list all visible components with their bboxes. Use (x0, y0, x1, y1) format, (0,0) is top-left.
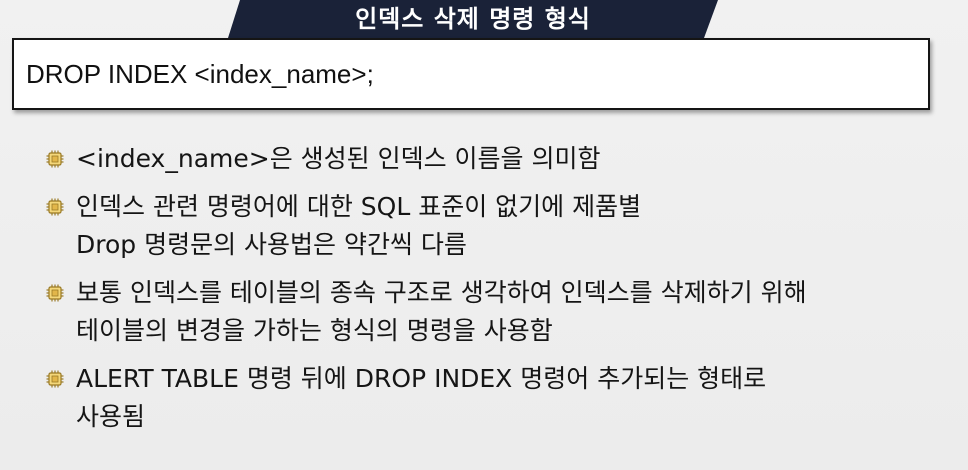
chip-icon (46, 198, 64, 216)
bullet-line: Drop 명령문의 사용법은 약간씩 다름 (76, 230, 467, 259)
slide-title-bar: 인덱스 삭제 명령 형식 (228, 0, 718, 38)
bullet-line: ALERT TABLE 명령 뒤에 DROP INDEX 명령어 추가되는 형태… (76, 364, 767, 393)
bullet-item: 보통 인덱스를 테이블의 종속 구조로 생각하여 인덱스를 삭제하기 위해 테이… (44, 274, 944, 350)
bullet-item: ALERT TABLE 명령 뒤에 DROP INDEX 명령어 추가되는 형태… (44, 360, 944, 436)
chip-icon (46, 284, 64, 302)
bullet-line: 인덱스 관련 명령어에 대한 SQL 표준이 없기에 제품별 (76, 192, 642, 221)
bullet-list: <index_name>은 생성된 인덱스 이름을 의미함 인덱스 관련 명령어… (44, 140, 944, 446)
bullet-line: 테이블의 변경을 가하는 형식의 명령을 사용함 (76, 316, 553, 345)
chip-icon (46, 150, 64, 168)
bullet-line: <index_name>은 생성된 인덱스 이름을 의미함 (76, 144, 601, 173)
bullet-line: 보통 인덱스를 테이블의 종속 구조로 생각하여 인덱스를 삭제하기 위해 (76, 278, 807, 307)
bullet-line: 사용됨 (76, 402, 146, 431)
syntax-box: DROP INDEX <index_name>; (12, 38, 930, 110)
slide-title: 인덱스 삭제 명령 형식 (355, 4, 591, 33)
bullet-item: 인덱스 관련 명령어에 대한 SQL 표준이 없기에 제품별 Drop 명령문의… (44, 188, 944, 264)
syntax-text: DROP INDEX <index_name>; (26, 58, 374, 89)
chip-icon (46, 370, 64, 388)
bullet-item: <index_name>은 생성된 인덱스 이름을 의미함 (44, 140, 944, 178)
